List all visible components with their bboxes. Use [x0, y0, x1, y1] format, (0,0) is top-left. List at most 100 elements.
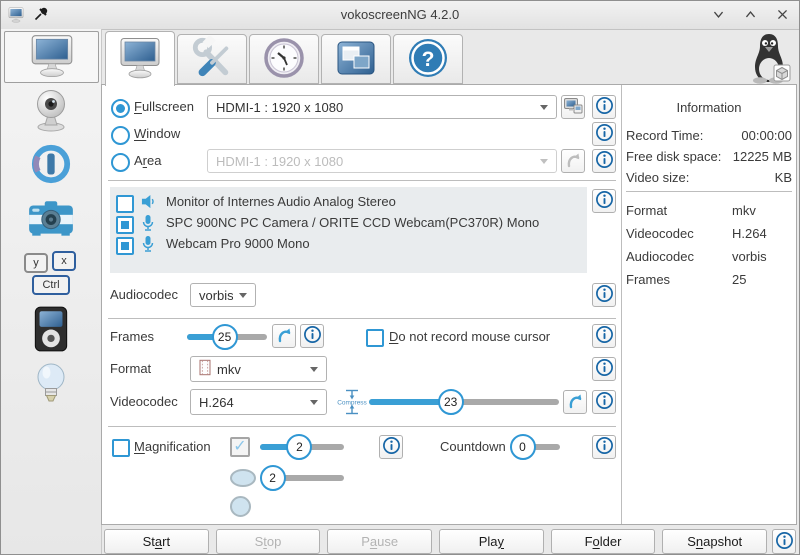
window-label: Window [134, 122, 180, 146]
microphone-icon [141, 235, 155, 256]
info-icon [775, 531, 794, 553]
videocodec-label: Videocodec [110, 390, 178, 414]
sidebar-item-hotkeys[interactable]: y x Ctrl [1, 249, 101, 301]
fullscreen-select[interactable]: HDMI-1 : 1920 x 1080 [207, 95, 557, 119]
bottom-info-button[interactable] [772, 529, 796, 554]
info-value: KB [775, 169, 792, 187]
audio-device-label: Webcam Pro 9000 Mono [166, 229, 310, 259]
format-select[interactable]: mkv [190, 356, 327, 382]
audio-device-checkbox[interactable] [116, 237, 134, 255]
info-label: Audiocodec [626, 248, 694, 266]
camera-icon [26, 198, 76, 243]
separator [108, 426, 616, 427]
sidebar-item-camera[interactable] [1, 193, 101, 247]
start-button[interactable]: Start [104, 529, 209, 554]
fullscreen-info-button[interactable] [592, 95, 616, 119]
window-radio[interactable] [111, 126, 130, 145]
videocodec-select[interactable]: H.264 [190, 389, 327, 415]
info-icon [595, 150, 614, 172]
play-button[interactable]: Play [439, 529, 544, 554]
quality-reset-button[interactable] [563, 390, 587, 414]
clock-icon [262, 36, 306, 83]
keycap-y: y [24, 253, 48, 273]
quality-slider-handle[interactable]: 23 [438, 389, 464, 415]
folder-button[interactable]: Folder [551, 529, 656, 554]
no-cursor-label: Do not record mouse cursor [389, 325, 550, 349]
window-controls [709, 5, 791, 23]
tab-windows[interactable] [321, 34, 391, 84]
info-label: Record Time: [626, 127, 703, 145]
snapshot-button[interactable]: Snapshot [662, 529, 767, 554]
fullscreen-radio[interactable] [111, 99, 130, 118]
sidebar-item-screen[interactable] [4, 31, 99, 83]
webcam-icon [29, 88, 73, 135]
magnification-info-button[interactable] [379, 435, 403, 459]
frames-slider[interactable]: 25 [187, 324, 267, 350]
stop-button[interactable]: Stop [216, 529, 321, 554]
monitor-icon [27, 34, 77, 81]
audiocodec-select[interactable]: vorbis [190, 283, 256, 307]
audio-device-checkbox[interactable] [116, 216, 134, 234]
sidebar-item-webcam[interactable] [1, 85, 101, 137]
info-row: Video size: KB [626, 169, 792, 187]
info-value: 12225 MB [733, 148, 792, 166]
tab-tools[interactable] [177, 34, 247, 84]
minimize-icon[interactable] [709, 5, 727, 23]
info-icon [382, 436, 401, 458]
frames-info-button[interactable] [300, 324, 324, 348]
magnification-slider-1-handle[interactable]: 2 [286, 434, 312, 460]
info-icon [303, 325, 322, 347]
audiocodec-info-button[interactable] [592, 283, 616, 307]
speaker-icon [140, 194, 157, 212]
bottom-bar: Start Stop Pause Play Folder Snapshot [104, 529, 767, 554]
no-cursor-info-button[interactable] [592, 324, 616, 348]
frames-slider-handle[interactable]: 25 [212, 324, 238, 350]
frames-reset-button[interactable] [272, 324, 296, 348]
info-row: Frames 25 [626, 271, 792, 289]
info-icon [595, 436, 614, 458]
keycap-ctrl: Ctrl [32, 275, 70, 295]
info-row: Format mkv [626, 202, 792, 220]
maximize-icon[interactable] [741, 5, 759, 23]
countdown-slider-handle[interactable]: 0 [510, 434, 536, 460]
quality-slider[interactable]: 23 [369, 389, 559, 415]
magnification-option-checkbox: ✓ [230, 437, 250, 457]
magnification-checkbox[interactable] [112, 439, 130, 457]
countdown-label: Countdown [440, 435, 506, 459]
magnification-size-slider-1[interactable]: 2 [260, 434, 344, 460]
videocodec-info-button[interactable] [592, 390, 616, 414]
pause-button[interactable]: Pause [327, 529, 432, 554]
window-info-button[interactable] [592, 122, 616, 146]
audio-info-button[interactable] [592, 189, 616, 213]
area-reset-button [561, 149, 585, 173]
magnification-slider-2-handle: 2 [260, 465, 286, 491]
area-radio[interactable] [111, 153, 130, 172]
audio-device-checkbox[interactable] [116, 195, 134, 213]
info-icon [595, 358, 614, 380]
sidebar-item-tips[interactable] [1, 359, 101, 413]
window-panels-icon [334, 36, 378, 83]
titlebar: vokoscreenNG 4.2.0 [1, 1, 799, 30]
separator [108, 318, 616, 319]
info-label: Videocodec [626, 225, 694, 243]
countdown-info-button[interactable] [592, 435, 616, 459]
screen-picker-button[interactable] [561, 95, 585, 119]
area-info-button[interactable] [592, 149, 616, 173]
sidebar-item-record[interactable] [1, 139, 101, 191]
close-icon[interactable] [773, 5, 791, 23]
tux-icon [745, 31, 793, 88]
tab-screen[interactable] [105, 31, 175, 86]
countdown-slider[interactable]: 0 [510, 434, 560, 460]
tools-icon [190, 36, 234, 83]
chevron-down-icon [540, 159, 548, 164]
frames-label: Frames [110, 325, 154, 349]
tab-help[interactable]: ? [393, 34, 463, 84]
no-cursor-checkbox[interactable] [366, 329, 384, 347]
tab-timer[interactable] [249, 34, 319, 84]
undo-icon [566, 392, 584, 413]
info-label: Free disk space: [626, 148, 721, 166]
magnification-size-slider-2: 2 [260, 465, 344, 491]
sidebar-item-player[interactable] [1, 303, 101, 357]
main-panel: Fullscreen HDMI-1 : 1920 x 1080 Window A… [101, 84, 797, 525]
format-info-button[interactable] [592, 357, 616, 381]
